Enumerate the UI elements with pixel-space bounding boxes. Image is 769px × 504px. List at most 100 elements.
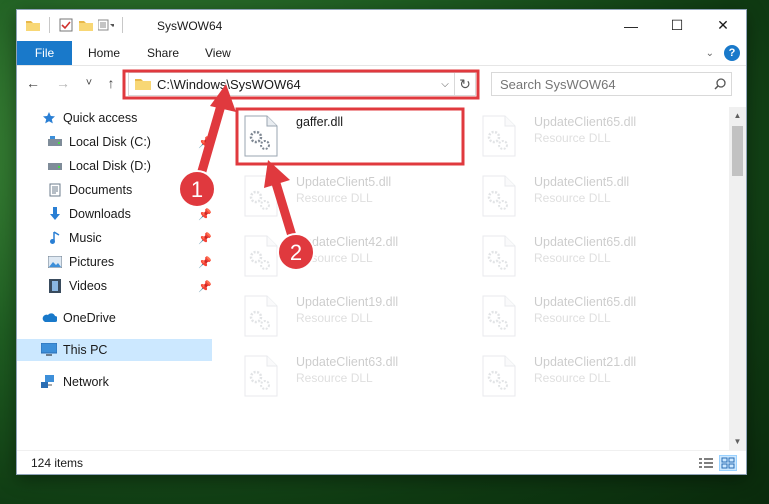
navigation-pane: Quick access Local Disk (C:) 📌 Local Dis… bbox=[17, 107, 212, 450]
properties-icon[interactable] bbox=[58, 17, 74, 33]
file-item[interactable]: UpdateClient65.dll Resource DLL bbox=[476, 111, 696, 167]
scrollbar-thumb[interactable] bbox=[732, 126, 743, 176]
folder-icon bbox=[25, 17, 41, 33]
sidebar-item-quick-access[interactable]: Quick access bbox=[41, 107, 201, 129]
file-item[interactable]: UpdateClient63.dll Resource DLL bbox=[238, 351, 458, 407]
refresh-icon[interactable]: ↻ bbox=[454, 73, 475, 95]
sidebar-item-label: Downloads bbox=[69, 207, 131, 221]
dll-file-icon bbox=[244, 175, 278, 217]
window-title: SysWOW64 bbox=[157, 19, 223, 33]
sidebar-item-label: Music bbox=[69, 231, 102, 245]
file-item[interactable]: UpdateClient42.dll Resource DLL bbox=[238, 231, 458, 287]
sidebar-item-local-disk-c[interactable]: Local Disk (C:) 📌 bbox=[47, 131, 212, 153]
dll-file-icon bbox=[482, 115, 516, 157]
toolbar-divider bbox=[122, 17, 123, 33]
close-button[interactable]: ✕ bbox=[700, 10, 746, 41]
window-controls: — ☐ ✕ bbox=[608, 10, 746, 41]
drive-icon bbox=[47, 134, 63, 150]
music-icon bbox=[47, 230, 63, 246]
file-item[interactable]: UpdateClient65.dll Resource DLL bbox=[476, 291, 696, 347]
sidebar-item-label: Pictures bbox=[69, 255, 115, 269]
vertical-scrollbar[interactable]: ▲ ▼ bbox=[729, 107, 746, 450]
folder-icon bbox=[135, 79, 151, 90]
sidebar-item-music[interactable]: Music 📌 bbox=[47, 227, 212, 249]
file-item[interactable]: UpdateClient19.dll Resource DLL bbox=[238, 291, 458, 347]
customize-toolbar-icon[interactable] bbox=[98, 17, 114, 33]
scroll-up-icon[interactable]: ▲ bbox=[729, 107, 746, 124]
forward-button[interactable]: → bbox=[53, 74, 73, 92]
file-list: gaffer.dll UpdateClient5.dll Resource DL… bbox=[226, 107, 728, 450]
dll-file-icon bbox=[244, 295, 278, 337]
details-view-icon[interactable] bbox=[698, 456, 714, 470]
sidebar-item-label: Quick access bbox=[63, 111, 138, 125]
pictures-icon bbox=[47, 254, 63, 270]
sidebar-item-label: Network bbox=[63, 375, 109, 389]
up-button[interactable]: ↑ bbox=[101, 74, 121, 92]
file-name: UpdateClient63.dll bbox=[296, 355, 399, 369]
file-name: UpdateClient21.dll bbox=[534, 355, 637, 369]
file-item[interactable]: UpdateClient5.dll Resource DLL bbox=[238, 171, 458, 227]
tab-home[interactable]: Home bbox=[88, 41, 120, 65]
tiles-view-icon[interactable] bbox=[719, 455, 737, 471]
tab-file[interactable]: File bbox=[17, 41, 72, 65]
status-bar: 124 items bbox=[17, 450, 746, 474]
sidebar-item-label: Videos bbox=[69, 279, 107, 293]
toolbar-divider bbox=[49, 17, 50, 33]
tab-share[interactable]: Share bbox=[147, 41, 179, 65]
sidebar-item-this-pc[interactable]: This PC bbox=[17, 339, 212, 361]
address-bar[interactable]: C:\Windows\SysWOW64 ⌵ ↻ bbox=[128, 72, 476, 96]
star-icon bbox=[41, 110, 57, 126]
sidebar-item-label: Local Disk (D:) bbox=[69, 159, 151, 173]
title-bar: SysWOW64 — ☐ ✕ bbox=[17, 10, 746, 41]
item-count: 124 items bbox=[31, 456, 84, 470]
pin-icon: 📌 bbox=[198, 136, 212, 149]
quick-access-toolbar bbox=[25, 17, 127, 33]
file-name: UpdateClient42.dll bbox=[296, 235, 399, 249]
back-button[interactable]: ← bbox=[23, 74, 43, 92]
file-name: UpdateClient5.dll bbox=[296, 175, 392, 189]
file-item[interactable]: UpdateClient65.dll Resource DLL bbox=[476, 231, 696, 287]
search-icon[interactable] bbox=[709, 78, 731, 90]
sidebar-item-pictures[interactable]: Pictures 📌 bbox=[47, 251, 212, 273]
file-type: Resource DLL bbox=[534, 251, 611, 265]
explorer-window: SysWOW64 — ☐ ✕ File Home Share View ⌄ ? … bbox=[17, 10, 746, 474]
sidebar-item-label: Local Disk (C:) bbox=[69, 135, 151, 149]
pin-icon: 📌 bbox=[198, 256, 212, 269]
scroll-down-icon[interactable]: ▼ bbox=[729, 433, 746, 450]
dll-file-icon bbox=[482, 355, 516, 397]
sidebar-item-videos[interactable]: Videos 📌 bbox=[47, 275, 212, 297]
pin-icon: 📌 bbox=[198, 232, 212, 245]
maximize-button[interactable]: ☐ bbox=[654, 10, 700, 41]
minimize-button[interactable]: — bbox=[608, 10, 654, 41]
file-name: UpdateClient65.dll bbox=[534, 115, 637, 129]
help-icon[interactable]: ? bbox=[724, 45, 740, 61]
sidebar-item-onedrive[interactable]: OneDrive bbox=[41, 307, 201, 329]
ribbon-tabs: File Home Share View ⌄ ? bbox=[17, 41, 746, 66]
file-type: Resource DLL bbox=[296, 251, 373, 265]
drive-icon bbox=[47, 158, 63, 174]
expand-ribbon-icon[interactable]: ⌄ bbox=[706, 48, 714, 59]
sidebar-item-documents[interactable]: Documents 📌 bbox=[47, 179, 212, 201]
recent-locations-button[interactable]: ˅ bbox=[79, 74, 99, 92]
sidebar-item-local-disk-d[interactable]: Local Disk (D:) bbox=[47, 155, 212, 177]
file-item[interactable]: UpdateClient21.dll Resource DLL bbox=[476, 351, 696, 407]
address-path[interactable]: C:\Windows\SysWOW64 bbox=[157, 77, 436, 92]
sidebar-item-downloads[interactable]: Downloads 📌 bbox=[47, 203, 212, 225]
pin-icon: 📌 bbox=[198, 184, 212, 197]
address-dropdown-icon[interactable]: ⌵ bbox=[436, 79, 454, 90]
search-box[interactable] bbox=[491, 72, 732, 96]
tab-view[interactable]: View bbox=[205, 41, 231, 65]
file-name: UpdateClient65.dll bbox=[534, 295, 637, 309]
navigation-bar: ← → ˅ ↑ C:\Windows\SysWOW64 ⌵ ↻ bbox=[17, 68, 746, 98]
search-input[interactable] bbox=[498, 75, 709, 93]
file-type: Resource DLL bbox=[296, 371, 373, 385]
file-type: Resource DLL bbox=[534, 191, 611, 205]
dll-file-icon bbox=[482, 235, 516, 277]
file-item[interactable]: UpdateClient5.dll Resource DLL bbox=[476, 171, 696, 227]
sidebar-item-network[interactable]: Network bbox=[41, 371, 201, 393]
file-name: UpdateClient65.dll bbox=[534, 235, 637, 249]
file-item-gaffer-dll[interactable]: gaffer.dll bbox=[238, 111, 458, 167]
new-folder-icon[interactable] bbox=[78, 17, 94, 33]
ribbon-right-controls: ⌄ ? bbox=[706, 45, 740, 61]
cloud-icon bbox=[41, 310, 57, 326]
